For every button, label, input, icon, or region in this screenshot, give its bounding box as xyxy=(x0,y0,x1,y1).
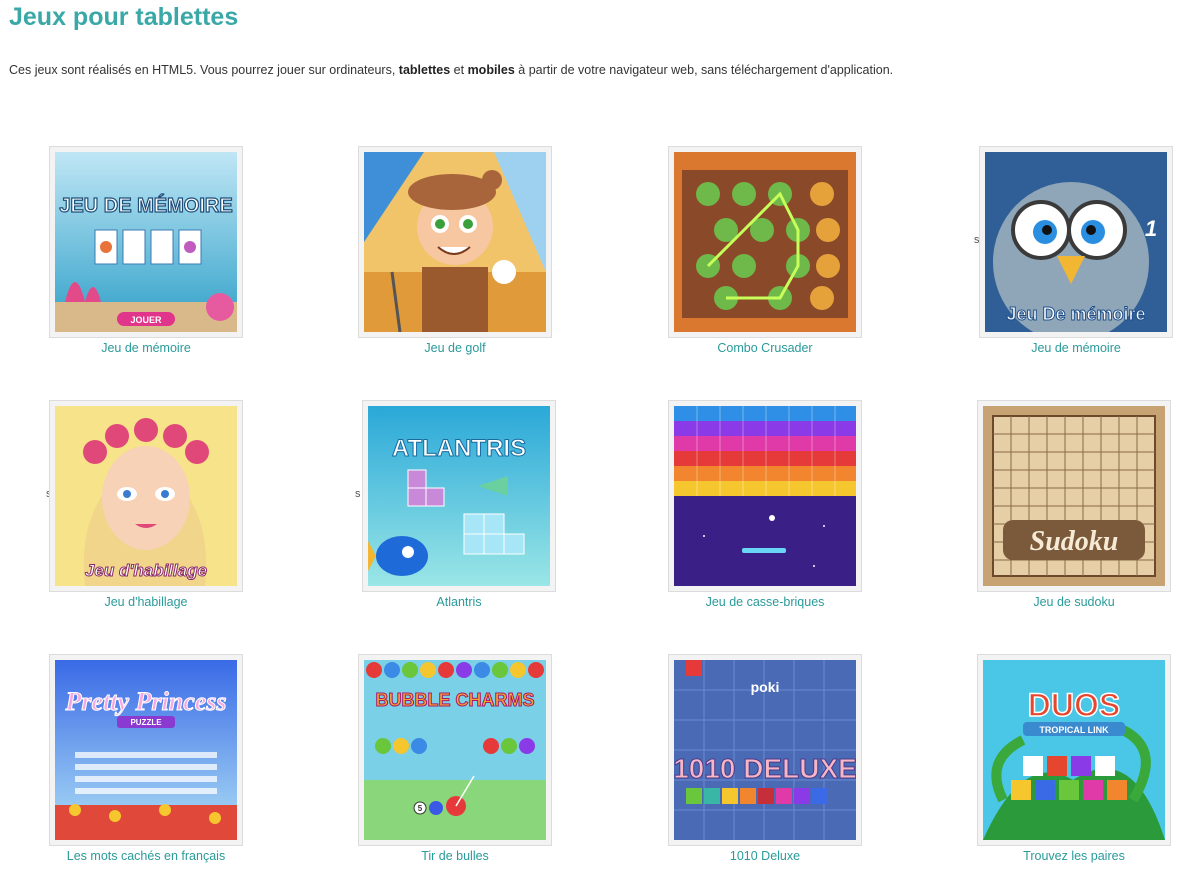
game-link[interactable]: Jeu d'habillage xyxy=(29,595,263,609)
intro-part1: Ces jeux sont réalisés en HTML5. Vous po… xyxy=(9,63,399,77)
game-thumbnail[interactable]: DUOS TROPICAL LINK xyxy=(977,654,1171,846)
svg-text:BUBBLE CHARMS: BUBBLE CHARMS xyxy=(376,690,535,710)
golf-game-art xyxy=(364,152,546,332)
memory-game-art: JEU DE MÉMOIRE JOUER xyxy=(55,152,237,332)
bubble-charms-art: BUBBLE CHARMS 5 xyxy=(364,660,546,840)
game-thumbnail[interactable]: Pretty Princess PUZZLE xyxy=(49,654,243,846)
sudoku-art: Sudoku xyxy=(983,406,1165,586)
game-card-word-search[interactable]: Pretty Princess PUZZLE Les mots cachés e… xyxy=(49,654,243,866)
game-card-atlantris[interactable]: ATLANTRIS Atlantris xyxy=(362,400,556,612)
game-thumbnail[interactable] xyxy=(358,146,552,338)
atlantris-art: ATLANTRIS xyxy=(368,406,550,586)
game-link[interactable]: Tir de bulles xyxy=(338,849,572,863)
owl-memory-art: 1 Jeu De mémoire xyxy=(985,152,1167,332)
svg-text:Sudoku: Sudoku xyxy=(1030,526,1119,557)
game-thumbnail[interactable]: ATLANTRIS xyxy=(362,400,556,592)
game-card-golf[interactable]: Jeu de golf xyxy=(358,146,552,358)
game-card-memory[interactable]: JEU DE MÉMOIRE JOUER Jeu de mémoire xyxy=(49,146,243,358)
page-title: Jeux pour tablettes xyxy=(9,3,239,31)
intro-part3: à partir de votre navigateur web, sans t… xyxy=(514,63,894,77)
intro-text: Ces jeux sont réalisés en HTML5. Vous po… xyxy=(9,63,893,77)
word-search-art: Pretty Princess PUZZLE xyxy=(55,660,237,840)
svg-text:1010 DELUXE: 1010 DELUXE xyxy=(674,753,856,784)
game-card-combo-crusader[interactable]: Combo Crusader xyxy=(668,146,862,358)
svg-text:JOUER: JOUER xyxy=(130,315,162,325)
game-card-sudoku[interactable]: Sudoku Jeu de sudoku xyxy=(977,400,1171,612)
intro-bold-tablets: tablettes xyxy=(398,63,451,77)
dress-up-art: Jeu d'habillage xyxy=(55,406,237,586)
game-link[interactable]: Jeu de golf xyxy=(338,341,572,355)
1010-deluxe-art: poki 1010 DELUXE xyxy=(674,660,856,840)
game-card-duos[interactable]: DUOS TROPICAL LINK Trouvez les paires xyxy=(977,654,1171,866)
svg-text:1: 1 xyxy=(1145,216,1157,241)
game-link[interactable]: Combo Crusader xyxy=(648,341,882,355)
intro-part2: et xyxy=(450,63,468,77)
svg-text:Jeu De mémoire: Jeu De mémoire xyxy=(1006,304,1145,324)
game-thumbnail[interactable]: 1 Jeu De mémoire xyxy=(979,146,1173,338)
game-thumbnail[interactable] xyxy=(668,400,862,592)
svg-text:JEU DE MÉMOIRE: JEU DE MÉMOIRE xyxy=(59,194,232,217)
game-link[interactable]: Trouvez les paires xyxy=(957,849,1181,863)
svg-text:poki: poki xyxy=(751,679,780,695)
combo-crusader-art xyxy=(674,152,856,332)
game-link[interactable]: Jeu de casse-briques xyxy=(648,595,882,609)
brick-breaker-art xyxy=(674,406,856,586)
game-thumbnail[interactable]: poki 1010 DELUXE xyxy=(668,654,862,846)
game-card-1010-deluxe[interactable]: poki 1010 DELUXE 1010 Deluxe xyxy=(668,654,862,866)
game-link[interactable]: Jeu de sudoku xyxy=(957,595,1181,609)
intro-bold-mobiles: mobiles xyxy=(467,63,515,77)
duos-art: DUOS TROPICAL LINK xyxy=(983,660,1165,840)
svg-text:Pretty Princess: Pretty Princess xyxy=(64,687,226,716)
game-thumbnail[interactable]: JEU DE MÉMOIRE JOUER xyxy=(49,146,243,338)
game-link[interactable]: Les mots cachés en français xyxy=(29,849,263,863)
game-card-dress-up[interactable]: Jeu d'habillage Jeu d'habillage xyxy=(49,400,243,612)
game-link[interactable]: Atlantris xyxy=(342,595,576,609)
game-thumbnail[interactable]: BUBBLE CHARMS 5 xyxy=(358,654,552,846)
svg-text:Jeu d'habillage: Jeu d'habillage xyxy=(85,561,207,580)
game-card-memory-owl[interactable]: 1 Jeu De mémoire Jeu de mémoire xyxy=(979,146,1173,358)
svg-text:DUOS: DUOS xyxy=(1028,687,1120,723)
game-card-brick-breaker[interactable]: Jeu de casse-briques xyxy=(668,400,862,612)
game-thumbnail[interactable]: Sudoku xyxy=(977,400,1171,592)
game-link[interactable]: 1010 Deluxe xyxy=(648,849,882,863)
svg-text:PUZZLE: PUZZLE xyxy=(130,718,162,727)
svg-text:5: 5 xyxy=(418,804,423,813)
game-card-bubble-shooter[interactable]: BUBBLE CHARMS 5 Tir de bulles xyxy=(358,654,552,866)
svg-text:ATLANTRIS: ATLANTRIS xyxy=(392,435,526,462)
game-link[interactable]: Jeu de mémoire xyxy=(959,341,1181,355)
game-thumbnail[interactable]: Jeu d'habillage xyxy=(49,400,243,592)
game-link[interactable]: Jeu de mémoire xyxy=(29,341,263,355)
stray-text-mark: s xyxy=(355,488,361,500)
game-thumbnail[interactable] xyxy=(668,146,862,338)
svg-text:TROPICAL LINK: TROPICAL LINK xyxy=(1039,725,1109,735)
